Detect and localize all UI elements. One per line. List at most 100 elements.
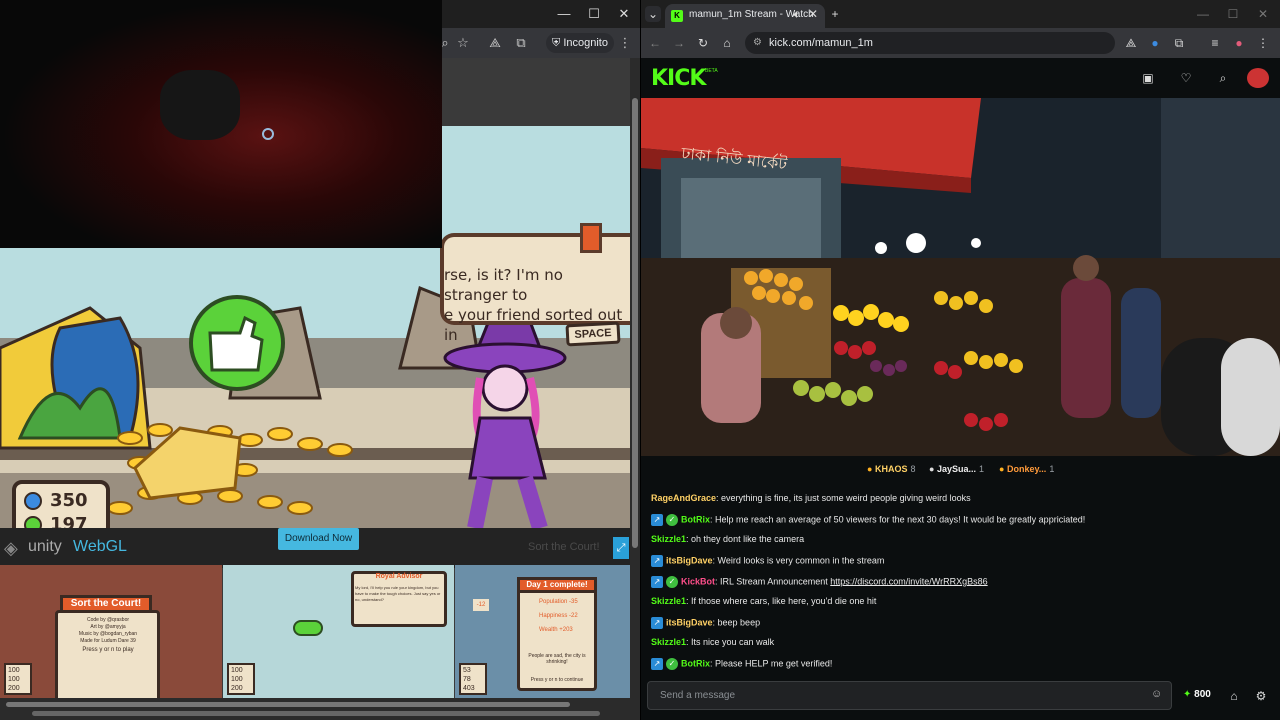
yes-no-icon xyxy=(293,620,323,636)
bookmark-star-icon[interactable]: ☆ xyxy=(454,34,472,52)
heart-icon[interactable]: ♡ xyxy=(1178,70,1194,86)
maximize-button[interactable]: ☐ xyxy=(580,4,608,24)
space-key-prompt[interactable]: SPACE xyxy=(565,321,621,347)
reading-list-icon[interactable]: ≡ xyxy=(1207,35,1223,51)
new-tab-icon[interactable]: + xyxy=(827,6,843,22)
channel-points[interactable]: ✦ 800 xyxy=(1183,689,1211,700)
moderator-badge-icon: ↗ xyxy=(651,555,663,567)
search-icon[interactable]: ⌕ xyxy=(1215,70,1231,86)
streamer-silhouette xyxy=(160,70,240,140)
fullscreen-button[interactable]: ⤢ xyxy=(613,537,629,559)
coin-icon: ● xyxy=(929,464,935,474)
chat-username[interactable]: Skizzle1 xyxy=(651,596,686,606)
tab-audio-icon[interactable]: 🔈︎ xyxy=(789,6,805,22)
inner-horizontal-scroll-thumb[interactable] xyxy=(32,711,600,716)
thumbnail-prompt: Press y or n to play xyxy=(82,647,134,653)
coin-icon: ● xyxy=(999,464,1005,474)
close-button[interactable]: ✕ xyxy=(610,4,638,24)
chat-text: : beep beep xyxy=(712,617,761,628)
stream-video-player[interactable]: ঢাকা নিউ মার্কেট xyxy=(641,98,1280,456)
kick-logo[interactable]: KICK xyxy=(651,66,706,91)
summary-line-wealth: Wealth +203 xyxy=(539,627,573,633)
chat-message: ↗ ✓ KickBot: IRL Stream Announcement https… xyxy=(651,576,1271,588)
chat-settings-icon[interactable]: ⚙ xyxy=(1253,688,1269,704)
home-icon[interactable]: ⌂ xyxy=(719,35,735,51)
leaderboard-item[interactable]: ● JaySua... 1 xyxy=(929,464,984,474)
download-now-button[interactable]: Download Now xyxy=(278,528,359,550)
chat-messages: RageAndGrace: everything is fine, its ju… xyxy=(641,486,1280,676)
incognito-icon: ⛨ xyxy=(552,37,564,49)
extension-icon[interactable]: ⟁ xyxy=(1123,35,1139,51)
screenshot-gallery: Sort the Court! Code by @qrasbor Art by … xyxy=(0,565,630,698)
coin-icon: ● xyxy=(867,464,873,474)
verified-badge-icon: ✓ xyxy=(666,658,678,670)
url-text: kick.com/mamun_1m xyxy=(769,37,873,49)
vertical-scroll-thumb[interactable] xyxy=(632,98,638,548)
thumbnail-title: Sort the Court! xyxy=(60,595,152,613)
chat-username[interactable]: Skizzle1 xyxy=(651,534,686,544)
chat-message: ↗ itsBigDave: beep beep xyxy=(651,617,1271,629)
emoji-icon[interactable]: ☺ xyxy=(1151,688,1165,702)
streamer-webcam-overlay xyxy=(0,0,442,248)
thumbnail-stats: 100 100 200 xyxy=(227,663,255,695)
verified-badge-icon: ✓ xyxy=(666,514,678,526)
tab-close-icon[interactable]: ✕ xyxy=(805,6,821,22)
points-icon: ✦ xyxy=(1183,689,1192,700)
minimize-button[interactable]: — xyxy=(550,4,578,24)
incognito-indicator[interactable]: ⛨ Incognito xyxy=(546,33,614,53)
maximize-button[interactable]: ☐ xyxy=(1225,6,1241,22)
chat-message-input[interactable]: Send a message xyxy=(647,681,1172,710)
store-icon[interactable]: ⌂ xyxy=(1226,688,1242,704)
right-browser-window: ⌄ K mamun_1m Stream - Watch 🔈︎ ✕ + — ☐ ✕… xyxy=(641,0,1280,720)
chat-message: Skizzle1: oh they dont like the camera xyxy=(651,534,1271,544)
chat-text: : IRL Stream Announcement xyxy=(715,576,831,587)
profile-extension-icon[interactable]: ● xyxy=(1147,35,1163,51)
thumbnail-stats: 53 78 403 xyxy=(459,663,487,695)
gallery-thumbnail-1[interactable]: Sort the Court! Code by @qrasbor Art by … xyxy=(0,565,222,698)
chat-username[interactable]: itsBigDave xyxy=(666,617,713,627)
chat-link[interactable]: https://discord.com/invite/WrRRXgBs86 xyxy=(830,576,987,586)
unity-logo-icon: ◈ xyxy=(4,538,18,558)
tab-search-icon[interactable]: ⌄ xyxy=(645,6,661,22)
menu-kebab-icon[interactable]: ⋮ xyxy=(1255,35,1271,51)
gallery-thumbnail-3[interactable]: Day 1 complete! Population -35 Happiness… xyxy=(455,565,630,698)
menu-kebab-icon[interactable]: ⋮ xyxy=(616,34,634,52)
user-avatar[interactable] xyxy=(1247,68,1269,88)
moderator-badge-icon: ↗ xyxy=(651,576,663,588)
chat-username[interactable]: KickBot xyxy=(681,576,715,586)
leaderboard-item[interactable]: ● KHAOS 8 xyxy=(867,464,915,474)
chat-message: ↗ ✓ BotRix: Please HELP me get verified! xyxy=(651,658,1271,670)
profile-avatar-icon[interactable]: ● xyxy=(1231,35,1247,51)
extension-icon[interactable]: ⟁ xyxy=(486,34,504,52)
horizontal-scroll-thumb[interactable] xyxy=(6,702,570,707)
summary-message: People are sad, the city is shrinking! xyxy=(528,653,586,665)
address-bar[interactable]: ⚙ kick.com/mamun_1m xyxy=(745,32,1115,54)
horizontal-scrollbar[interactable] xyxy=(0,698,640,720)
moderator-badge-icon: ↗ xyxy=(651,658,663,670)
game-page: rse, is it? I'm no stranger to e your fr… xyxy=(0,0,630,698)
close-button[interactable]: ✕ xyxy=(1255,6,1271,22)
moderator-badge-icon: ↗ xyxy=(651,514,663,526)
chat-message: RageAndGrace: everything is fine, its ju… xyxy=(651,493,1271,503)
chat-username[interactable]: BotRix xyxy=(681,658,710,668)
forward-icon[interactable]: → xyxy=(671,35,687,51)
site-info-icon[interactable]: ⚙ xyxy=(753,32,762,54)
following-icon[interactable]: ▣ xyxy=(1140,70,1156,86)
webcam-light-icon xyxy=(262,128,274,140)
chat-username[interactable]: Skizzle1 xyxy=(651,637,686,647)
gallery-thumbnail-2[interactable]: Royal Advisor My lord, I'll help you rul… xyxy=(223,565,454,698)
chat-username[interactable]: itsBigDave xyxy=(666,555,713,565)
happiness-stat: 197 xyxy=(24,514,114,528)
leaderboard-item[interactable]: ● Donkey... 1 xyxy=(999,464,1054,474)
back-icon[interactable]: ← xyxy=(647,35,663,51)
reload-icon[interactable]: ↻ xyxy=(695,35,711,51)
thumbnail-stats: 100 100 200 xyxy=(4,663,32,695)
puzzle-icon[interactable]: ⧉ xyxy=(512,34,530,52)
chat-message: ↗ itsBigDave: Weird looks is very common … xyxy=(651,555,1271,567)
vertical-scrollbar[interactable] xyxy=(630,58,640,698)
minimize-button[interactable]: — xyxy=(1195,6,1211,22)
chat-username[interactable]: RageAndGrace xyxy=(651,493,716,503)
puzzle-icon[interactable]: ⧉ xyxy=(1171,35,1187,51)
chat-username[interactable]: BotRix xyxy=(681,514,710,524)
advisor-title: Royal Advisor xyxy=(375,573,423,580)
